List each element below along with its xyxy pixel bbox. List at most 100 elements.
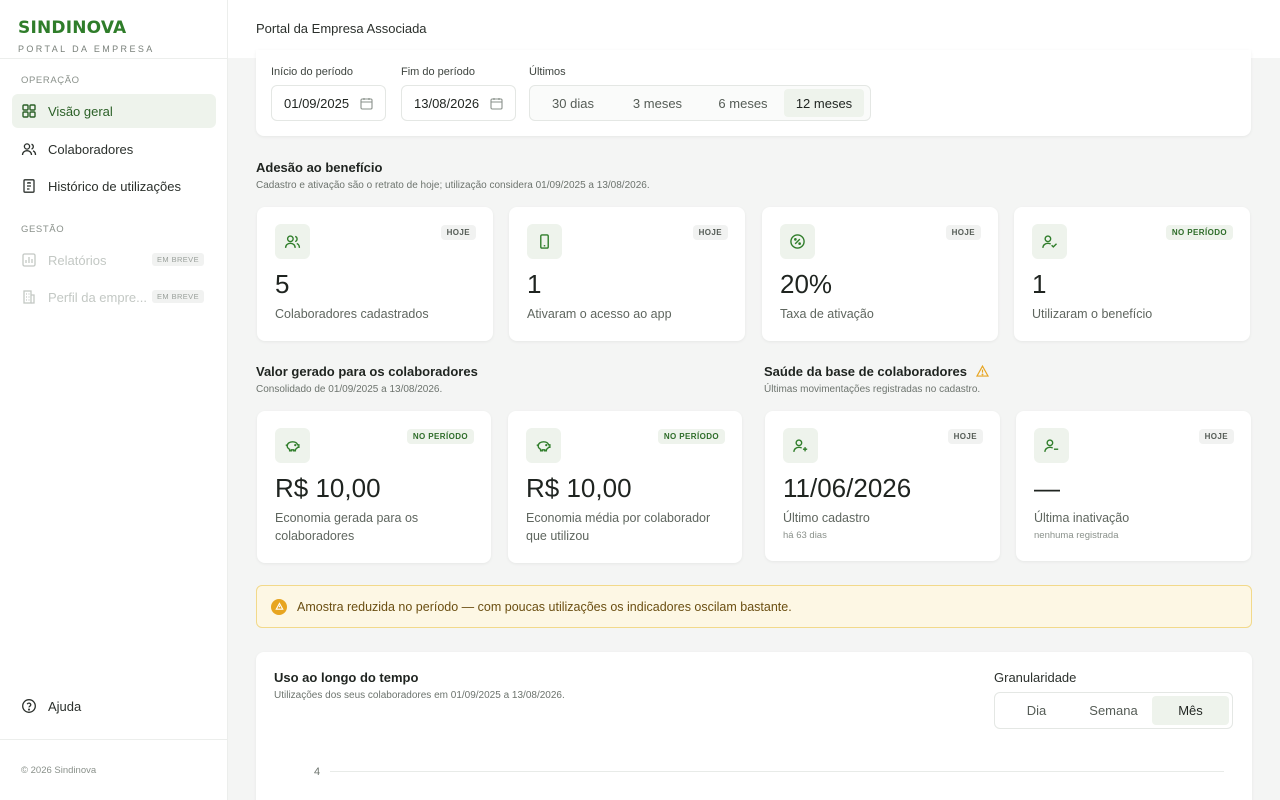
granularity-label: Granularidade	[994, 670, 1077, 685]
sidebar-item-relatorios: Relatórios EM BREVE	[12, 243, 216, 277]
kpi-label: Última inativação	[1034, 511, 1130, 525]
granularity-semana-button[interactable]: Semana	[1075, 696, 1152, 725]
range-3-meses-button[interactable]: 3 meses	[613, 89, 702, 117]
start-date-label: Início do período	[271, 66, 353, 78]
kpi-card-ultima-inativacao: HOJE — Última inativação nenhuma registr…	[1016, 411, 1251, 561]
kpi-label: Colaboradores cadastrados	[275, 307, 429, 321]
kpi-value: 1	[1032, 269, 1047, 299]
y-axis-tick: 4	[314, 766, 321, 778]
last-range-label: Últimos	[529, 66, 566, 78]
kpi-card-ultimo-cadastro: HOJE 11/06/2026 Último cadastro há 63 di…	[765, 411, 1000, 561]
sidebar-item-label: Relatórios	[48, 252, 107, 268]
calendar-icon	[360, 98, 373, 110]
status-badge: NO PERÍODO	[1165, 225, 1233, 240]
kpi-value: 20%	[780, 269, 833, 299]
coming-soon-badge: EM BREVE	[152, 253, 204, 266]
kpi-label: Utilizaram o benefício	[1032, 307, 1153, 321]
status-badge: HOJE	[692, 225, 728, 240]
end-date-value: 13/08/2026	[414, 95, 480, 111]
kpi-card-ativaram-app: HOJE 1 Ativaram o acesso ao app	[509, 207, 745, 341]
coming-soon-badge: EM BREVE	[152, 290, 204, 303]
start-date-input[interactable]: 01/09/2025	[271, 85, 386, 121]
sidebar-item-label: Colaboradores	[48, 141, 134, 157]
sidebar-item-label: Visão geral	[48, 103, 113, 119]
granularity-mes-button[interactable]: Mês	[1152, 696, 1229, 725]
user-minus-icon	[1034, 428, 1069, 463]
status-badge: HOJE	[440, 225, 476, 240]
range-6-meses-button[interactable]: 6 meses	[702, 89, 784, 117]
kpi-label: Último cadastro	[783, 511, 870, 525]
percent-icon	[780, 224, 815, 259]
section-title-saude-text: Saúde da base de colaboradores	[764, 364, 968, 379]
sidebar-item-historico[interactable]: Histórico de utilizações	[12, 169, 216, 203]
kpi-value: 5	[275, 269, 290, 299]
section-title-saude: Saúde da base de colaboradores	[764, 364, 989, 379]
help-label: Ajuda	[48, 698, 82, 714]
status-badge: NO PERÍODO	[657, 429, 725, 444]
section-subtitle-adesao: Cadastro e ativação são o retrato de hoj…	[256, 180, 650, 191]
kpi-card-economia-gerada: NO PERÍODO R$ 10,00 Economia gerada para…	[257, 411, 491, 563]
brand-logo[interactable]: SINDINOVA PORTAL DA EMPRESA	[18, 18, 155, 54]
piggy-bank-icon	[526, 428, 561, 463]
brand-subtitle: PORTAL DA EMPRESA	[18, 44, 155, 54]
smartphone-icon	[527, 224, 562, 259]
sidebar-item-perfil-empresa: Perfil da empre... EM BREVE	[12, 280, 216, 314]
chart-subtitle: Utilizações dos seus colaboradores em 01…	[274, 690, 565, 701]
users-icon	[21, 141, 37, 157]
section-subtitle-valor: Consolidado de 01/09/2025 a 13/08/2026.	[256, 384, 443, 395]
range-segmented-control: 30 dias 3 meses 6 meses 12 meses	[529, 85, 871, 121]
section-title-valor: Valor gerado para os colaboradores	[256, 364, 478, 379]
grid-icon	[21, 103, 37, 119]
start-date-value: 01/09/2025	[284, 95, 350, 111]
chart-title: Uso ao longo do tempo	[274, 670, 419, 685]
range-30-dias-button[interactable]: 30 dias	[533, 89, 613, 117]
granularity-dia-button[interactable]: Dia	[998, 696, 1075, 725]
piggy-bank-icon	[275, 428, 310, 463]
brand-name: SINDINOVA	[18, 18, 127, 38]
sidebar-divider	[0, 58, 228, 59]
kpi-sub-label: há 63 dias	[783, 530, 827, 541]
sidebar-item-colaboradores[interactable]: Colaboradores	[12, 132, 216, 166]
sidebar-divider	[0, 739, 228, 740]
status-badge: HOJE	[945, 225, 981, 240]
sidebar-item-label: Histórico de utilizações	[48, 178, 181, 194]
nav-section-operacao: OPERAÇÃO	[21, 75, 80, 86]
kpi-label: Ativaram o acesso ao app	[527, 307, 672, 321]
warning-icon	[271, 598, 287, 615]
calendar-icon	[490, 98, 503, 110]
status-badge: NO PERÍODO	[406, 429, 474, 444]
section-subtitle-saude: Últimas movimentações registradas no cad…	[764, 384, 981, 395]
sidebar-item-label: Perfil da empre...	[48, 289, 147, 305]
kpi-value: R$ 10,00	[526, 473, 632, 503]
kpi-value: R$ 10,00	[275, 473, 381, 503]
kpi-value: —	[1034, 473, 1060, 503]
nav-section-gestao: GESTÃO	[21, 224, 65, 235]
kpi-value: 11/06/2026	[783, 473, 912, 503]
help-link[interactable]: Ajuda	[12, 689, 216, 723]
help-circle-icon	[21, 698, 37, 714]
chart-gridline	[330, 771, 1224, 772]
sidebar: SINDINOVA PORTAL DA EMPRESA OPERAÇÃO Vis…	[0, 0, 228, 800]
warning-icon	[975, 365, 989, 377]
kpi-card-economia-media: NO PERÍODO R$ 10,00 Economia média por c…	[508, 411, 742, 563]
granularity-segmented-control: Dia Semana Mês	[994, 692, 1233, 729]
kpi-label: Economia média por colaborador que utili…	[526, 511, 711, 543]
usage-chart-card: Uso ao longo do tempo Utilizações dos se…	[256, 652, 1252, 800]
users-icon	[275, 224, 310, 259]
user-check-icon	[1032, 224, 1067, 259]
kpi-label: Taxa de ativação	[780, 307, 874, 321]
kpi-value: 1	[527, 269, 542, 299]
sample-size-alert: Amostra reduzida no período — com poucas…	[256, 585, 1252, 628]
kpi-card-taxa-ativacao: HOJE 20% Taxa de ativação	[762, 207, 998, 341]
status-badge: HOJE	[947, 429, 983, 444]
range-12-meses-button[interactable]: 12 meses	[784, 89, 864, 117]
copyright-text: © 2026 Sindinova	[21, 765, 97, 776]
receipt-icon	[21, 178, 37, 194]
sidebar-item-visao-geral[interactable]: Visão geral	[12, 94, 216, 128]
end-date-label: Fim do período	[401, 66, 475, 78]
user-plus-icon	[783, 428, 818, 463]
end-date-input[interactable]: 13/08/2026	[401, 85, 516, 121]
page-title: Portal da Empresa Associada	[256, 21, 427, 36]
kpi-card-cadastrados: HOJE 5 Colaboradores cadastrados	[257, 207, 493, 341]
kpi-label: Economia gerada para os colaboradores	[275, 511, 419, 543]
